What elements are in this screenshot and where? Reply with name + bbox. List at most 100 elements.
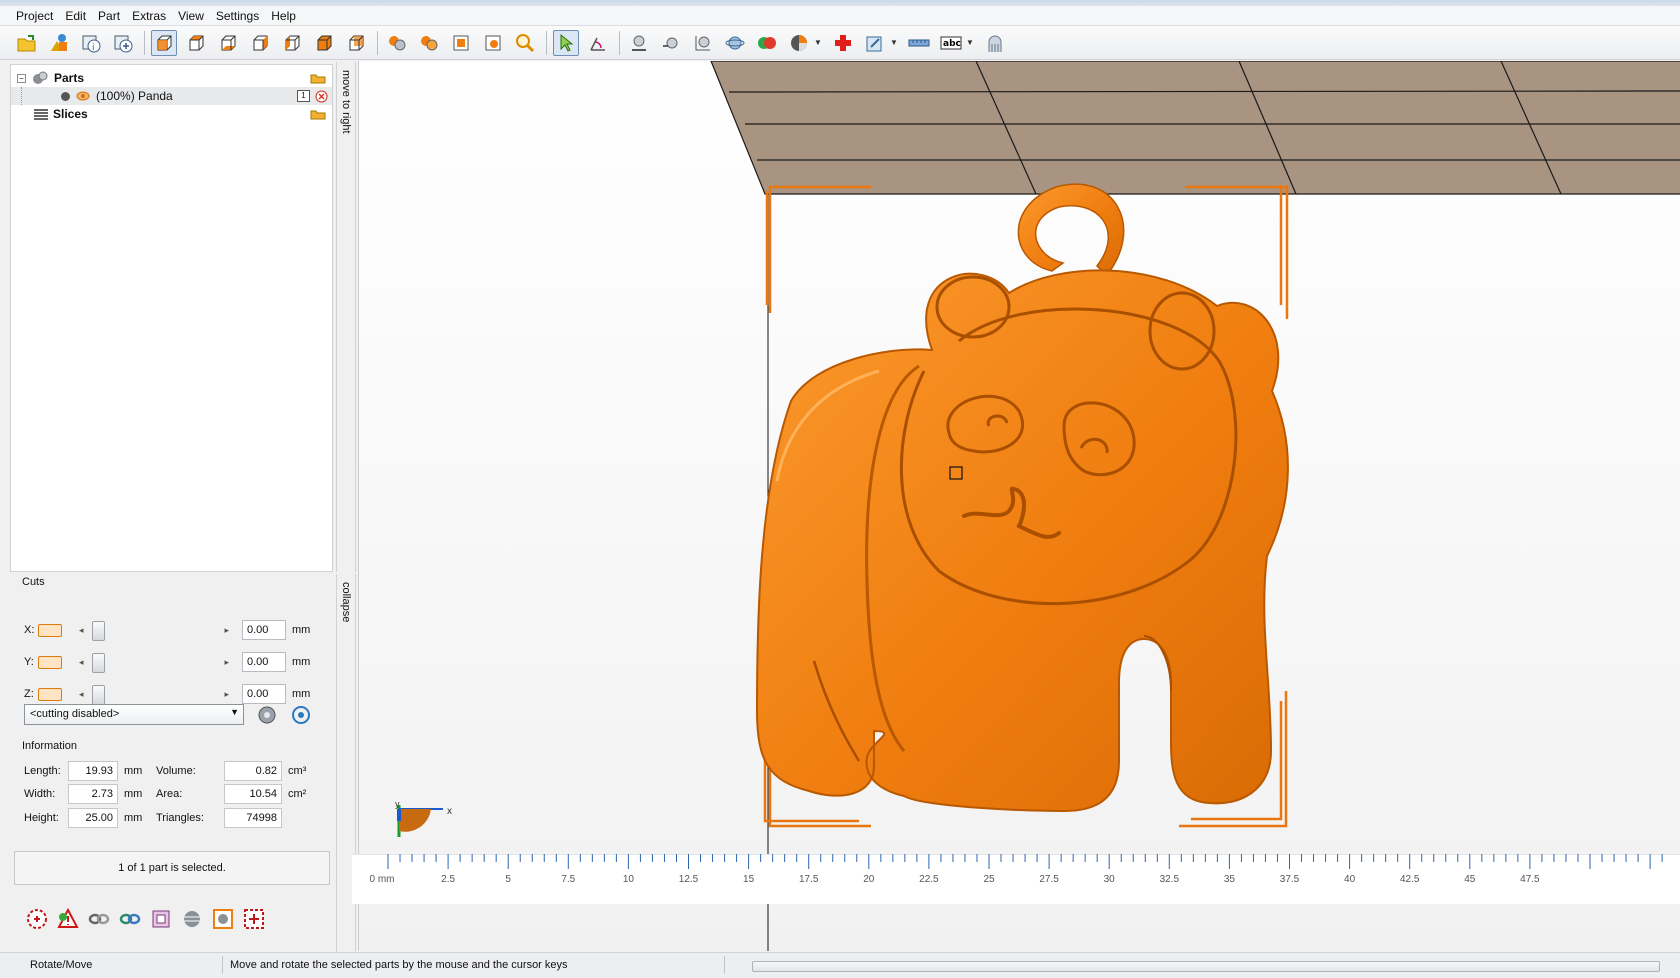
cube-right-icon (285, 35, 300, 50)
zoom-all-button[interactable] (384, 30, 410, 56)
frame-sphere-icon (213, 909, 233, 929)
remove-part-icon[interactable] (315, 90, 328, 103)
move-to-right-tab[interactable]: move to right (336, 62, 356, 572)
menu-settings[interactable]: Settings (210, 6, 265, 26)
slider-left-arrow-icon[interactable]: ◂ (79, 689, 84, 700)
build-grid-icon (244, 909, 264, 929)
panda-model[interactable] (755, 183, 1289, 813)
cut-x-value[interactable]: 0.00 (242, 620, 286, 640)
view-back-button[interactable] (343, 30, 369, 56)
cutting-mode-select[interactable]: <cutting disabled> ▼ (24, 704, 244, 725)
volume-unit: cm³ (288, 765, 307, 777)
3d-viewport[interactable]: x y z (358, 61, 1680, 951)
preview-button[interactable] (210, 906, 236, 932)
parts-label: Parts (54, 71, 85, 85)
ruler-button[interactable] (906, 30, 932, 56)
cut-y-slider[interactable]: ◂ ▸ (76, 653, 232, 673)
arrange-button[interactable] (658, 30, 684, 56)
menu-edit[interactable]: Edit (59, 6, 92, 26)
zoom-button[interactable] (512, 30, 538, 56)
select-move-button[interactable] (553, 29, 579, 56)
folder-open-small-icon[interactable] (310, 72, 326, 84)
width-unit: mm (124, 788, 143, 800)
cut-y-toggle[interactable] (38, 655, 62, 669)
boolean-button[interactable] (754, 30, 780, 56)
cut-z-slider[interactable]: ◂ ▸ (76, 685, 232, 705)
material-button[interactable] (786, 30, 812, 56)
width-value: 2.73 (68, 784, 118, 804)
view-top-button[interactable] (183, 30, 209, 56)
warning-button[interactable] (55, 906, 81, 932)
info-row-width-area: Width: 2.73 mm Area: 10.54 cm² (24, 784, 306, 804)
selection-status: 1 of 1 part is selected. (14, 851, 330, 885)
cut-x-toggle[interactable] (38, 623, 62, 637)
view-right-button[interactable] (279, 30, 305, 56)
slider-left-arrow-icon[interactable]: ◂ (79, 657, 84, 668)
add-part-button[interactable] (46, 30, 72, 56)
measure-mode-button[interactable] (862, 30, 888, 56)
ruler-label: 17.5 (799, 874, 819, 885)
hollow-box-icon (152, 910, 170, 928)
view-front-button[interactable] (311, 30, 337, 56)
bottom-tool-bar (24, 906, 272, 932)
build-button[interactable] (241, 906, 267, 932)
view-perspective-button[interactable] (151, 29, 177, 56)
zoom-box-icon (485, 35, 501, 50)
collapse-toggle-icon[interactable]: − (17, 73, 26, 83)
tree-row-parts[interactable]: − Parts (11, 69, 332, 87)
open-project-button[interactable] (14, 30, 40, 56)
tree-row-slices[interactable]: Slices (11, 105, 332, 123)
cut-x-slider[interactable]: ◂ ▸ (76, 621, 232, 641)
material-dropdown-arrow[interactable]: ▼ (814, 38, 822, 47)
link-button[interactable] (117, 906, 143, 932)
view-bottom-button[interactable] (215, 30, 241, 56)
slider-left-arrow-icon[interactable]: ◂ (79, 625, 84, 636)
zoom-selected-button[interactable] (416, 30, 442, 56)
scale-button[interactable] (690, 30, 716, 56)
support-button[interactable] (982, 30, 1008, 56)
status-mode: Rotate/Move (30, 959, 93, 971)
ruler-label: 40 (1344, 874, 1356, 885)
text-abc-icon: abc (940, 36, 962, 49)
menu-extras[interactable]: Extras (126, 6, 172, 26)
slider-right-arrow-icon[interactable]: ▸ (224, 625, 229, 636)
label-dropdown-arrow[interactable]: ▼ (966, 38, 974, 47)
eye-icon[interactable] (76, 90, 90, 102)
slider-thumb[interactable] (92, 685, 105, 705)
slider-thumb[interactable] (92, 653, 105, 673)
slider-right-arrow-icon[interactable]: ▸ (224, 657, 229, 668)
menu-project[interactable]: Project (10, 6, 59, 26)
part-info-button[interactable]: i (78, 30, 104, 56)
measure-dropdown-arrow[interactable]: ▼ (890, 38, 898, 47)
slider-right-arrow-icon[interactable]: ▸ (224, 689, 229, 700)
sphere-orbit-icon (725, 36, 745, 49)
slider-thumb[interactable] (92, 621, 105, 641)
menu-view[interactable]: View (172, 6, 210, 26)
cut-z-toggle[interactable] (38, 687, 62, 701)
length-unit: mm (124, 765, 143, 777)
reset-cut-icon[interactable] (290, 704, 312, 726)
place-on-platform-button[interactable] (626, 30, 652, 56)
cut-z-value[interactable]: 0.00 (242, 684, 286, 704)
hollow-button[interactable] (148, 906, 174, 932)
orientation-button[interactable] (722, 30, 748, 56)
cut-y-value[interactable]: 0.00 (242, 652, 286, 672)
view-left-button[interactable] (247, 30, 273, 56)
cut-settings-icon[interactable] (256, 704, 278, 726)
add-new-part-button[interactable] (110, 30, 136, 56)
visibility-dot-icon[interactable] (61, 91, 70, 101)
rotate-button[interactable] (585, 30, 611, 56)
two-spheres-icon (758, 36, 776, 49)
platform-icon (453, 35, 469, 50)
add-support-button[interactable] (24, 906, 50, 932)
label-button[interactable]: abc (938, 30, 964, 56)
zoom-platform-button[interactable] (448, 30, 474, 56)
folder-open-small-icon[interactable] (310, 108, 326, 120)
repair-button[interactable] (830, 30, 856, 56)
menu-help[interactable]: Help (265, 6, 302, 26)
tree-row-panda[interactable]: (100%) Panda 1 (11, 87, 332, 105)
menu-part[interactable]: Part (92, 6, 126, 26)
chain-button[interactable] (86, 906, 112, 932)
slice-button[interactable] (179, 906, 205, 932)
zoom-window-button[interactable] (480, 30, 506, 56)
